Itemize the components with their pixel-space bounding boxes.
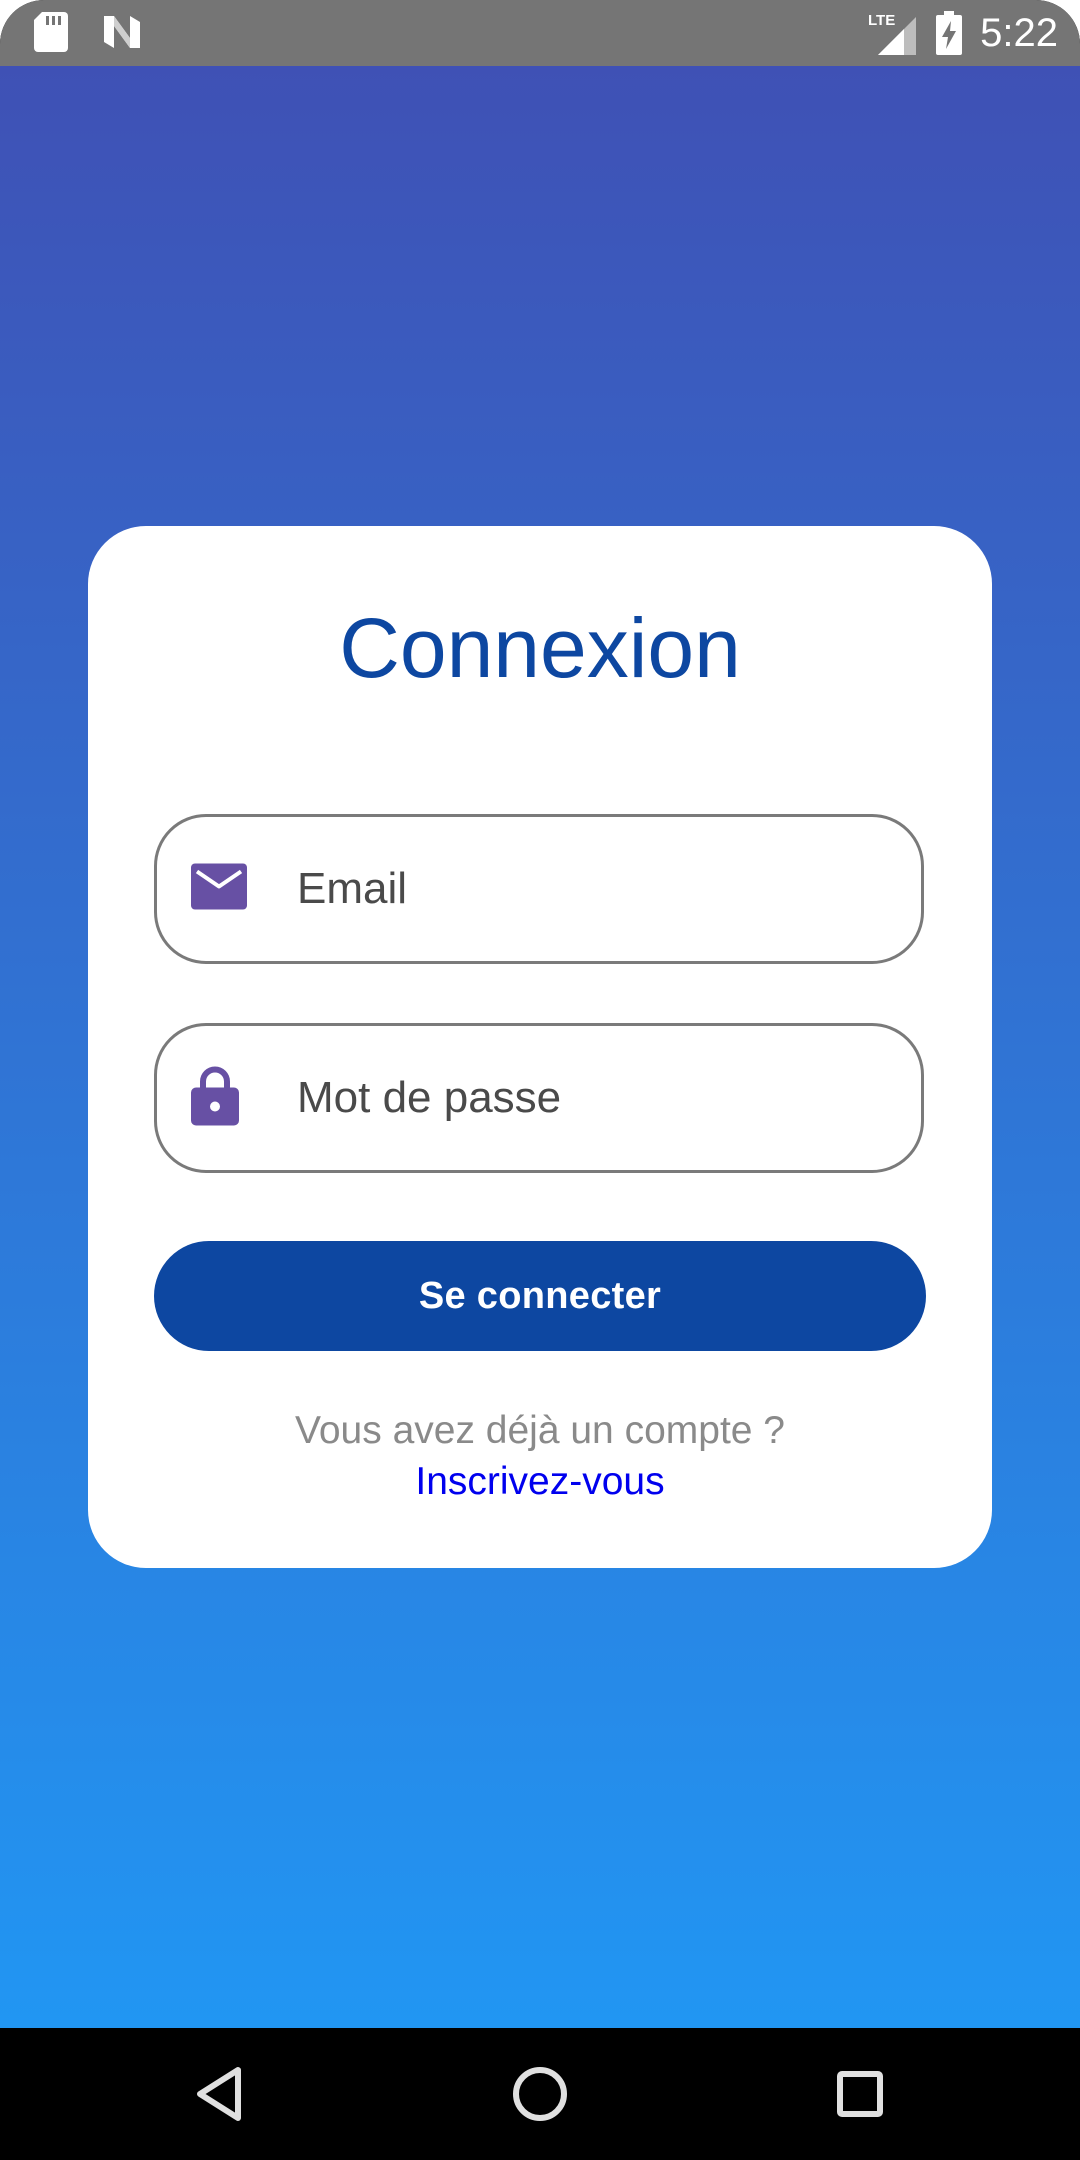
email-icon bbox=[191, 863, 247, 915]
navigation-bar bbox=[0, 2028, 1080, 2160]
home-button[interactable] bbox=[504, 2058, 576, 2130]
signup-link[interactable]: Inscrivez-vous bbox=[88, 1457, 992, 1507]
lock-icon bbox=[191, 1066, 239, 1131]
back-icon bbox=[190, 2064, 250, 2124]
back-button[interactable] bbox=[184, 2058, 256, 2130]
n-logo-icon bbox=[102, 14, 142, 50]
sd-card-icon bbox=[34, 12, 68, 52]
login-card: Connexion Email Se connecter Vous avez d… bbox=[88, 526, 992, 1568]
account-prompt: Vous avez déjà un compte ? bbox=[295, 1409, 785, 1452]
login-button[interactable]: Se connecter bbox=[154, 1241, 926, 1351]
status-time: 5:22 bbox=[980, 11, 1058, 55]
recents-button[interactable] bbox=[824, 2058, 896, 2130]
email-field[interactable] bbox=[154, 814, 924, 964]
email-input[interactable] bbox=[297, 817, 897, 961]
phone-screen: LTE 5:22 Connexion Email Se connecter Vo… bbox=[0, 0, 1080, 2160]
battery-charging-icon bbox=[936, 11, 963, 55]
page-title: Connexion bbox=[339, 601, 741, 695]
svg-text:LTE: LTE bbox=[868, 12, 895, 29]
login-background: Connexion Email Se connecter Vous avez d… bbox=[0, 66, 1080, 2028]
recents-icon bbox=[830, 2064, 890, 2124]
home-icon bbox=[510, 2064, 570, 2124]
status-bar: LTE 5:22 bbox=[0, 0, 1080, 66]
lte-signal-icon: LTE bbox=[868, 11, 918, 55]
password-input[interactable] bbox=[297, 1026, 897, 1170]
password-field[interactable] bbox=[154, 1023, 924, 1173]
